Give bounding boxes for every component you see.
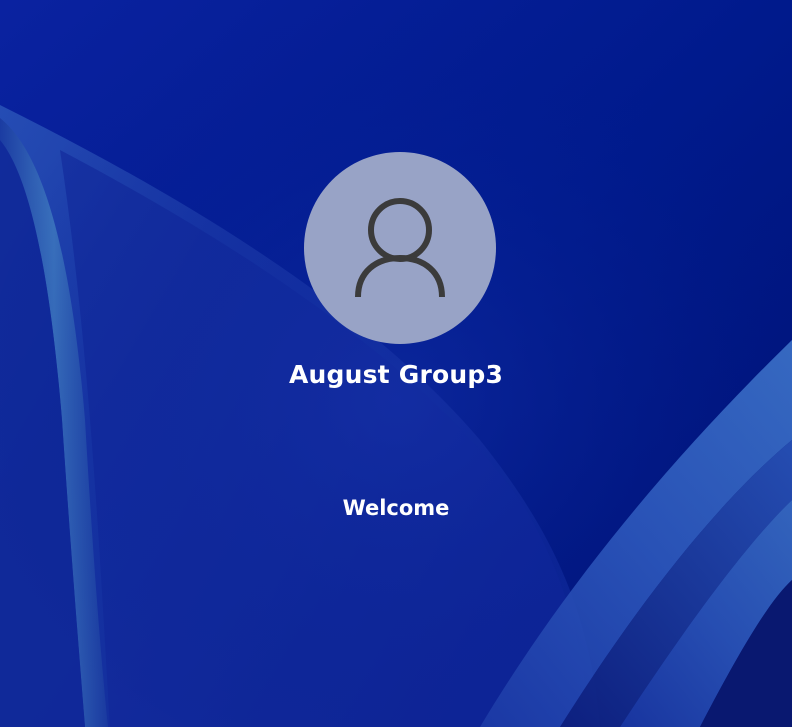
user-avatar[interactable] xyxy=(304,152,496,344)
user-icon xyxy=(355,198,445,298)
user-name: August Group3 xyxy=(288,360,504,389)
welcome-status: Welcome xyxy=(342,496,450,520)
login-screen: August Group3 Welcome xyxy=(0,0,792,727)
